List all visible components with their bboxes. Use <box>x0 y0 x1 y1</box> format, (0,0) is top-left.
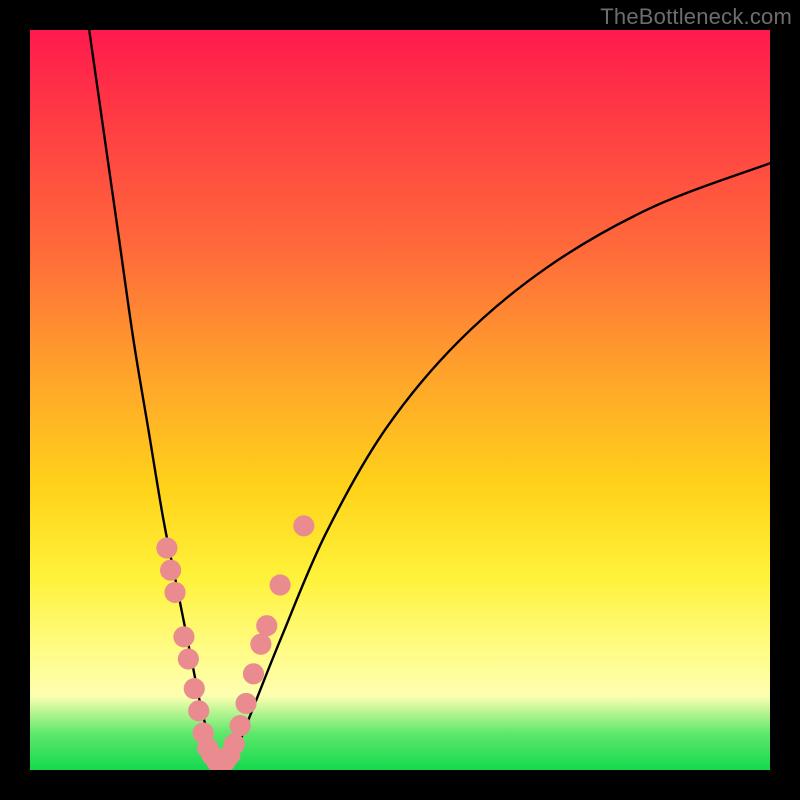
data-marker <box>256 615 277 636</box>
data-marker <box>243 663 264 684</box>
data-marker <box>230 715 251 736</box>
data-marker <box>164 582 185 603</box>
chart-svg <box>30 30 770 770</box>
data-marker <box>250 634 271 655</box>
plot-area <box>30 30 770 770</box>
data-marker <box>270 574 291 595</box>
data-marker <box>188 700 209 721</box>
data-marker <box>224 734 245 755</box>
watermark-text: TheBottleneck.com <box>600 4 792 30</box>
data-marker <box>173 626 194 647</box>
data-marker <box>293 515 314 536</box>
data-marker <box>236 693 257 714</box>
data-marker <box>156 537 177 558</box>
chart-frame: TheBottleneck.com <box>0 0 800 800</box>
data-marker <box>184 678 205 699</box>
data-marker <box>160 560 181 581</box>
data-marker <box>178 648 199 669</box>
data-markers <box>156 515 314 770</box>
